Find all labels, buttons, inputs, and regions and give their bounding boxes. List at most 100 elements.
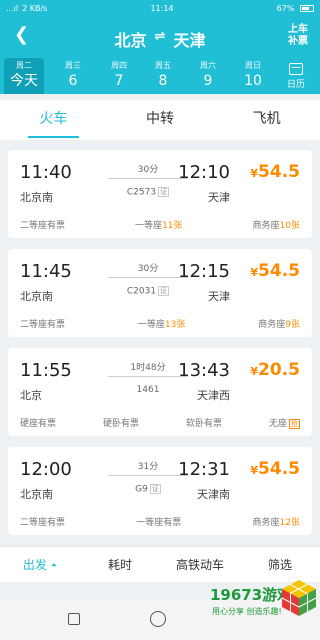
calendar-label: 日历 (286, 80, 305, 90)
seat-class: 一等座有票 (136, 518, 182, 528)
date-today[interactable]: 周二 今天 (4, 58, 44, 94)
train-card[interactable]: 12:00 北京南 31分 G9 证 12:31 天津南 ¥54.5 二等座有票 … (8, 447, 312, 535)
duration: 31分 (137, 462, 159, 472)
seat-class: 硬座有票 (20, 419, 57, 429)
to-city[interactable]: 天津 (173, 27, 205, 51)
seat-class: 软卧有票 (185, 419, 222, 429)
train-card[interactable]: 11:55 北京 1时48分 1461 13:43 天津西 ¥20.5 硬座有票… (8, 348, 312, 436)
seat-availability: 二等座有票 一等座13张 商务座9张 (20, 317, 300, 330)
duration: 1时48分 (130, 363, 166, 373)
status-bar: ...ıl 2 KB/s 11:14 67% (0, 0, 320, 16)
seat-availability: 硬座有票 硬卧有票 软卧有票 无座抢 (20, 416, 300, 429)
date-day: 10 (244, 73, 262, 89)
currency-symbol: ¥ (250, 167, 259, 180)
bupiao-button[interactable]: 上车补票 (286, 24, 310, 48)
departure-time: 12:00 (20, 459, 72, 480)
departure-station: 北京南 (20, 191, 53, 204)
date-weekday: 周六 (200, 61, 216, 70)
train-number: C2573 证 (108, 187, 188, 198)
departure-station: 北京南 (20, 488, 53, 501)
battery-icon (299, 4, 314, 12)
seat-class: 硬卧有票 (102, 419, 140, 429)
home-icon[interactable] (150, 611, 166, 627)
price-value: 54.5 (258, 261, 300, 281)
price: ¥54.5 (250, 162, 300, 182)
currency-symbol: ¥ (250, 365, 259, 378)
swap-icon[interactable]: ⇌ (155, 27, 166, 51)
duration-line (108, 376, 188, 377)
tab-train[interactable]: 火车 (0, 100, 107, 140)
cube-logo-icon (281, 580, 317, 616)
date-item[interactable]: 周四 7 (99, 58, 139, 94)
sort-departure-label: 出发 (22, 558, 47, 572)
recent-apps-icon[interactable] (68, 613, 80, 625)
tab-flight[interactable]: 飞机 (213, 100, 320, 140)
date-day: 8 (158, 73, 168, 89)
grab-ticket-badge[interactable]: 抢 (288, 419, 300, 429)
price-value: 20.5 (258, 360, 300, 380)
train-number: 1461 (108, 385, 188, 395)
train-number-text: C2573 (126, 187, 157, 198)
tab-transfer[interactable]: 中转 (107, 100, 214, 140)
date-weekday: 周四 (111, 61, 127, 70)
date-item[interactable]: 周三 6 (53, 58, 93, 94)
seat-class: 商务座9张 (258, 320, 300, 330)
seat-class: 二等座有票 (20, 320, 66, 330)
duration-line (108, 475, 188, 476)
sort-duration-button[interactable]: 耗时 (80, 547, 160, 582)
price: ¥54.5 (250, 459, 300, 479)
train-number: G9 证 (108, 484, 188, 495)
departure-time: 11:55 (20, 360, 72, 381)
date-item[interactable]: 周日 10 (233, 58, 273, 94)
currency-symbol: ¥ (250, 266, 259, 279)
arrival-time: 12:15 (178, 261, 230, 282)
departure-station: 北京南 (20, 290, 53, 303)
departure-time: 11:40 (20, 162, 72, 183)
seat-class: 一等座13张 (137, 320, 186, 330)
train-number: C2031 证 (108, 286, 188, 297)
calendar-icon (289, 63, 303, 75)
date-day: 6 (68, 73, 78, 89)
date-weekday: 周二 (16, 61, 32, 70)
arrival-time: 12:10 (178, 162, 230, 183)
sort-arrow-icon: ⏶ (50, 560, 58, 570)
seat-class: 二等座有票 (20, 518, 66, 528)
calendar-button[interactable]: 日历 (276, 61, 316, 90)
from-city[interactable]: 北京 (115, 27, 147, 51)
date-weekday: 周五 (155, 61, 171, 70)
date-day: 今天 (10, 73, 38, 89)
sort-departure-button[interactable]: 出发 ⏶ (0, 547, 80, 582)
date-item[interactable]: 周六 9 (188, 58, 228, 94)
transport-tabs: 火车 中转 飞机 (0, 100, 320, 140)
train-number-text: 1461 (136, 385, 160, 395)
date-weekday: 周日 (245, 61, 261, 70)
arrival-station: 天津西 (197, 389, 230, 402)
departure-time: 11:45 (20, 261, 72, 282)
battery-level: 67% (276, 3, 295, 13)
train-card[interactable]: 11:40 北京南 30分 C2573 证 12:10 天津 ¥54.5 二等座有… (8, 150, 312, 238)
seat-class: 无座抢 (268, 419, 300, 429)
seat-availability: 二等座有票 一等座11张 商务座10张 (20, 218, 300, 231)
watermark-logo: 19673游戏 用心分享 创造乐趣! (210, 576, 318, 632)
price: ¥54.5 (250, 261, 300, 281)
signal-icon: ...ıl (6, 3, 19, 13)
price-value: 54.5 (258, 459, 300, 479)
arrival-time: 13:43 (178, 360, 230, 381)
date-selector: 周二 今天 周三 6 周四 7 周五 8 周六 9 周日 10 日历 (0, 58, 320, 94)
id-badge: 证 (158, 187, 170, 197)
date-item[interactable]: 周五 8 (143, 58, 183, 94)
train-number-text: C2031 (126, 286, 157, 297)
seat-class: 商务座12张 (252, 518, 300, 528)
train-card[interactable]: 11:45 北京南 30分 C2031 证 12:15 天津 ¥54.5 二等座有… (8, 249, 312, 337)
date-day: 7 (114, 73, 124, 89)
seat-class: 一等座11张 (135, 221, 183, 231)
date-day: 9 (203, 73, 213, 89)
watermark-subtitle: 用心分享 创造乐趣! (212, 607, 282, 616)
price-value: 54.5 (258, 162, 300, 182)
top-bar: ❮ 北京 ⇌ 天津 上车补票 (0, 16, 320, 58)
status-time: 11:14 (150, 3, 174, 13)
seat-class: 商务座10张 (252, 221, 300, 231)
network-speed: 2 KB/s (22, 3, 48, 13)
train-number-text: G9 (135, 484, 148, 495)
seat-class: 二等座有票 (20, 221, 66, 231)
